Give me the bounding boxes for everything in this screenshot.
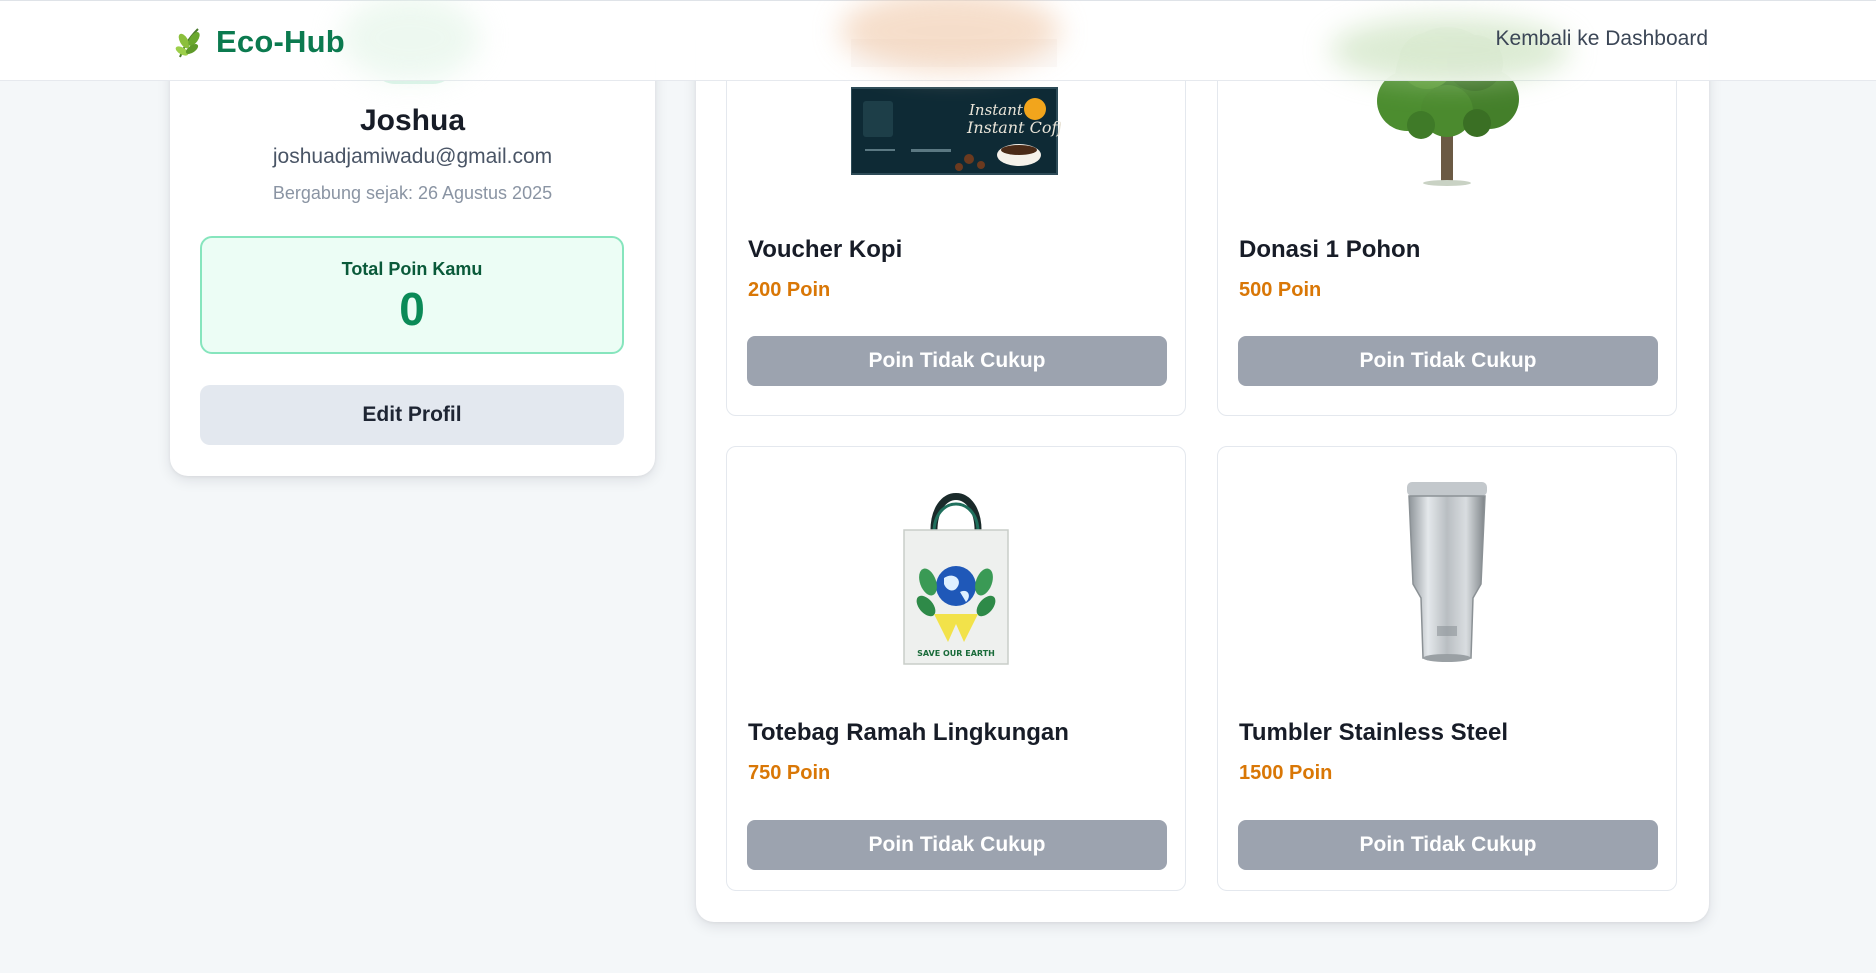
totebag-text: SAVE OUR EARTH xyxy=(917,649,995,658)
totebag-graphic: SAVE OUR EARTH xyxy=(903,492,1009,665)
coffee-voucher-text: Instant Coffee xyxy=(966,118,1061,137)
reward-title: Donasi 1 Pohon xyxy=(1239,236,1421,263)
redeem-button-voucher-kopi[interactable]: Poin Tidak Cukup xyxy=(747,336,1167,386)
profile-name: Joshua xyxy=(359,104,466,137)
profile-email: joshuadjamiwadu@gmail.com xyxy=(272,145,553,168)
rewards-panel: Instant Instant Coffee Voucher Kopi 200 … xyxy=(696,0,1709,922)
points-summary: Total Poin Kamu 0 xyxy=(200,236,624,354)
top-navbar: Eco-Hub Kembali ke Dashboard xyxy=(0,0,1876,83)
leaf-icon xyxy=(175,28,200,58)
brand-name: Eco-Hub xyxy=(216,24,345,59)
tumbler-graphic xyxy=(1407,481,1487,662)
redeem-button-totebag[interactable]: Poin Tidak Cukup xyxy=(747,820,1167,870)
reward-cost: 500 Poin xyxy=(1239,279,1322,301)
header-blur-decoration xyxy=(340,0,480,81)
points-value: 0 xyxy=(399,283,425,335)
reward-card-totebag: SAVE OUR EARTH Totebag Ramah Lingkungan … xyxy=(726,446,1186,891)
tumbler-image xyxy=(1218,471,1676,671)
svg-text:Instant: Instant xyxy=(968,101,1024,119)
points-label: Total Poin Kamu xyxy=(341,259,483,279)
edit-profile-button[interactable]: Edit Profil xyxy=(200,385,624,445)
profile-joined-date: Bergabung sejak: 26 Agustus 2025 xyxy=(272,183,553,203)
totebag-image: SAVE OUR EARTH xyxy=(727,471,1185,671)
reward-card-tumbler: Tumbler Stainless Steel 1500 Poin Poin T… xyxy=(1217,446,1677,891)
reward-title: Tumbler Stainless Steel xyxy=(1239,719,1508,746)
reward-title: Voucher Kopi xyxy=(748,236,903,263)
brand[interactable]: Eco-Hub xyxy=(174,23,345,61)
reward-cost: 200 Poin xyxy=(748,279,831,301)
redeem-button-donasi-pohon[interactable]: Poin Tidak Cukup xyxy=(1238,336,1658,386)
header-blur-decoration xyxy=(840,0,1060,71)
reward-cost: 750 Poin xyxy=(748,762,831,784)
reward-cost: 1500 Poin xyxy=(1239,762,1333,784)
back-to-dashboard-link[interactable]: Kembali ke Dashboard xyxy=(1496,27,1708,51)
redeem-button-tumbler[interactable]: Poin Tidak Cukup xyxy=(1238,820,1658,870)
reward-title: Totebag Ramah Lingkungan xyxy=(748,719,1069,746)
